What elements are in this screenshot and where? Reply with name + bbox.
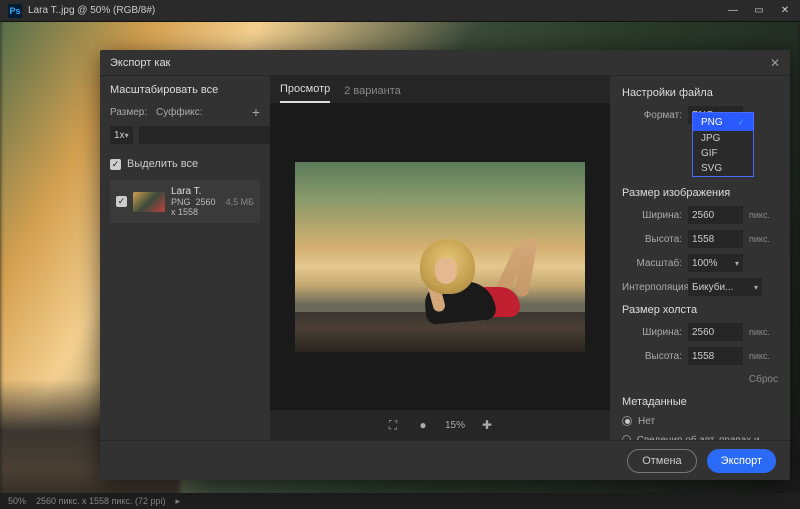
dialog-close-button[interactable]: ✕ bbox=[770, 56, 780, 70]
scale-label: Масштаб: bbox=[622, 258, 682, 269]
dialog-title: Экспорт как bbox=[110, 57, 170, 69]
window-maximize-button[interactable]: ▭ bbox=[752, 5, 766, 16]
size-select[interactable]: 1x▾ bbox=[110, 126, 133, 144]
window-close-button[interactable]: ✕ bbox=[778, 5, 792, 16]
reset-button[interactable]: Сброс bbox=[622, 374, 778, 385]
suffix-input[interactable] bbox=[139, 126, 279, 144]
format-option-gif[interactable]: GIF bbox=[693, 146, 753, 161]
scale-select[interactable]: 100%▾ bbox=[688, 254, 743, 272]
zoom-bar: ⛶ ● 15% ✚ bbox=[270, 410, 610, 440]
preview-canvas bbox=[270, 104, 610, 410]
canvas-width-input[interactable] bbox=[688, 323, 743, 341]
asset-name: Lara T. bbox=[171, 186, 220, 197]
metadata-none-label: Нет bbox=[638, 416, 655, 427]
preview-image bbox=[295, 162, 585, 352]
height-input[interactable] bbox=[688, 230, 743, 248]
format-dropdown: PNG✓ JPG GIF SVG bbox=[692, 112, 754, 177]
format-option-jpg[interactable]: JPG bbox=[693, 131, 753, 146]
zoom-out-button[interactable]: ● bbox=[415, 417, 431, 433]
add-scale-button[interactable]: + bbox=[252, 104, 260, 120]
tab-variants[interactable]: 2 варианта bbox=[344, 85, 401, 103]
file-settings-header: Настройки файла bbox=[622, 87, 778, 99]
size-label: Размер: bbox=[110, 107, 150, 118]
asset-item[interactable]: ✓ Lara T. PNG 2560 x 1558 4,5 МБ bbox=[110, 180, 260, 223]
titlebar: Ps Lara T..jpg @ 50% (RGB/8#) — ▭ ✕ bbox=[0, 0, 800, 22]
zoom-in-button[interactable]: ✚ bbox=[479, 417, 495, 433]
width-input[interactable] bbox=[688, 206, 743, 224]
status-zoom: 50% bbox=[8, 496, 26, 506]
metadata-header: Метаданные bbox=[622, 396, 778, 408]
select-all-label: Выделить все bbox=[127, 158, 198, 170]
interpolation-select[interactable]: Бикуби...▾ bbox=[688, 278, 762, 296]
status-dimensions: 2560 пикс. x 1558 пикс. (72 ppi) bbox=[36, 496, 165, 506]
scale-all-label: Масштабировать все bbox=[110, 84, 260, 96]
select-all-checkbox[interactable]: ✓ bbox=[110, 159, 121, 170]
status-arrow-icon: ▸ bbox=[175, 496, 180, 507]
tab-preview[interactable]: Просмотр bbox=[280, 83, 330, 103]
metadata-none-radio[interactable] bbox=[622, 416, 632, 426]
check-icon: ✓ bbox=[737, 117, 745, 128]
zoom-value: 15% bbox=[445, 420, 465, 431]
metadata-copyright-radio[interactable] bbox=[622, 435, 631, 440]
interpolation-label: Интерполяция: bbox=[622, 282, 682, 293]
asset-thumbnail bbox=[133, 192, 165, 212]
fit-icon[interactable]: ⛶ bbox=[385, 417, 401, 433]
dialog-footer: Отмена Экспорт bbox=[100, 440, 790, 480]
format-option-svg[interactable]: SVG bbox=[693, 161, 753, 176]
format-label: Формат: bbox=[622, 110, 682, 121]
window-minimize-button[interactable]: — bbox=[726, 5, 740, 16]
settings-panel: Настройки файла Формат: PNG▾ PNG✓ JPG GI… bbox=[610, 76, 790, 440]
status-bar: 50% 2560 пикс. x 1558 пикс. (72 ppi) ▸ bbox=[0, 493, 800, 509]
cancel-button[interactable]: Отмена bbox=[627, 449, 696, 473]
dialog-header: Экспорт как ✕ bbox=[100, 50, 790, 76]
width-label: Ширина: bbox=[622, 210, 682, 221]
chevron-down-icon: ▾ bbox=[125, 131, 129, 140]
preview-panel: Просмотр 2 варианта bbox=[270, 76, 610, 440]
window-title: Lara T..jpg @ 50% (RGB/8#) bbox=[28, 5, 155, 16]
canvas-height-input[interactable] bbox=[688, 347, 743, 365]
suffix-label: Суффикс: bbox=[156, 107, 246, 118]
asset-checkbox[interactable]: ✓ bbox=[116, 196, 127, 207]
format-option-png[interactable]: PNG✓ bbox=[693, 113, 753, 131]
assets-panel: Масштабировать все Размер: Суффикс: + 1x… bbox=[100, 76, 270, 440]
height-label: Высота: bbox=[622, 234, 682, 245]
asset-filesize: 4,5 МБ bbox=[226, 197, 254, 207]
export-dialog: Экспорт как ✕ Масштабировать все Размер:… bbox=[100, 50, 790, 480]
image-size-header: Размер изображения bbox=[622, 187, 778, 199]
export-button[interactable]: Экспорт bbox=[707, 449, 776, 473]
metadata-copyright-label: Сведения об авт. правах и контакты bbox=[637, 435, 778, 440]
canvas-size-header: Размер холста bbox=[622, 304, 778, 316]
app-logo-icon: Ps bbox=[8, 4, 22, 18]
